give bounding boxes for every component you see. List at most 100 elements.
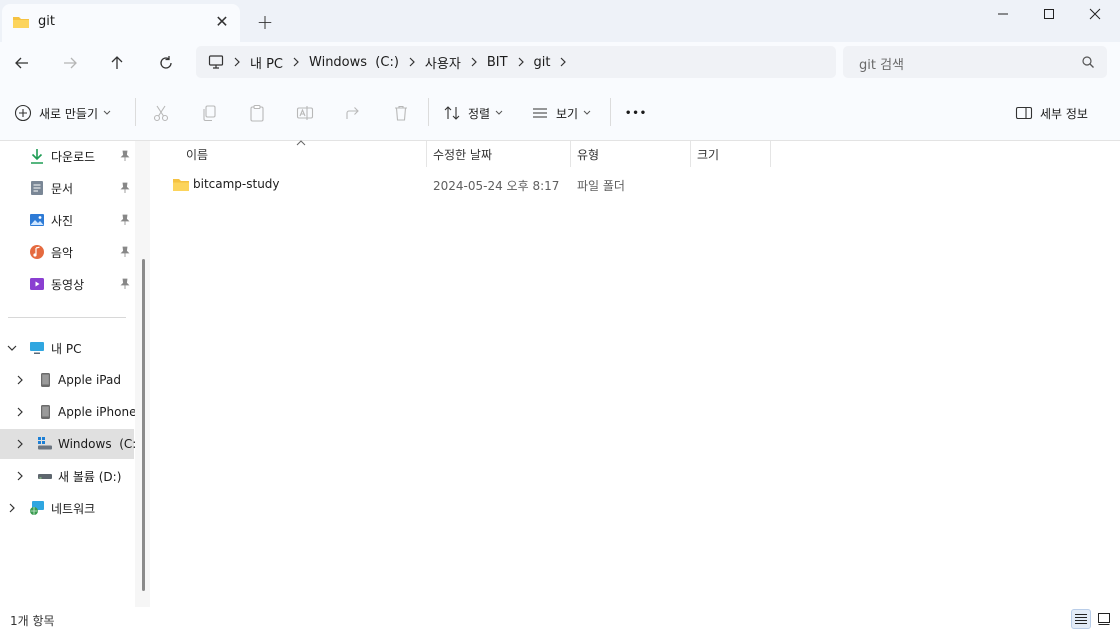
breadcrumb-chevron-icon[interactable] bbox=[224, 57, 250, 67]
sidebar-item-music[interactable]: 음악 bbox=[0, 237, 134, 267]
device-icon bbox=[41, 405, 50, 419]
up-button[interactable] bbox=[101, 48, 133, 78]
rename-icon bbox=[296, 106, 314, 120]
breadcrumb-item[interactable]: 사용자 bbox=[425, 53, 461, 72]
sidebar-item-label: 문서 bbox=[51, 181, 74, 196]
windows-drive-icon bbox=[38, 437, 52, 450]
table-row[interactable]: bitcamp-study 2024-05-24 오후 8:17 파일 폴더 bbox=[166, 173, 786, 197]
sidebar-scrollbar-thumb[interactable] bbox=[142, 259, 145, 591]
column-header-type[interactable]: 유형 bbox=[571, 141, 691, 167]
navigation-pane: 다운로드 문서 사진 음악 동영상 내 PC Apple iPad Apple … bbox=[0, 141, 150, 607]
share-button[interactable] bbox=[341, 102, 365, 124]
sidebar-item-label: 내 PC bbox=[51, 341, 82, 356]
copy-button[interactable] bbox=[197, 102, 221, 124]
chevron-right-icon[interactable] bbox=[13, 405, 27, 419]
column-header-label: 이름 bbox=[186, 147, 209, 162]
sidebar-item-apple-ipad[interactable]: Apple iPad bbox=[0, 365, 134, 395]
chevron-right-icon[interactable] bbox=[13, 373, 27, 387]
sort-button[interactable]: 정렬 bbox=[443, 100, 503, 126]
new-button-label: 새로 만들기 bbox=[39, 106, 99, 121]
minimize-icon bbox=[998, 13, 1008, 15]
sidebar-item-apple-iphone[interactable]: Apple iPhone bbox=[0, 397, 137, 427]
more-options-button[interactable]: ••• bbox=[625, 100, 647, 126]
tab-title: git bbox=[38, 14, 55, 29]
address-bar[interactable]: 내 PC Windows (C:) 사용자 BIT git bbox=[196, 46, 836, 78]
breadcrumb-chevron-icon[interactable] bbox=[550, 57, 576, 67]
trash-icon bbox=[395, 105, 407, 121]
sidebar-item-network[interactable]: 네트워크 bbox=[0, 493, 134, 523]
sidebar-item-downloads[interactable]: 다운로드 bbox=[0, 141, 134, 171]
new-button[interactable]: 새로 만들기 bbox=[14, 100, 111, 126]
sidebar-item-documents[interactable]: 문서 bbox=[0, 173, 134, 203]
toolbar-divider bbox=[428, 98, 429, 126]
tiles-view-button[interactable] bbox=[1094, 609, 1114, 629]
column-header-name[interactable]: 이름 bbox=[150, 141, 427, 167]
tab-git[interactable]: git ✕ bbox=[2, 4, 240, 42]
refresh-icon bbox=[160, 56, 172, 69]
sidebar-item-label: Windows (C:) bbox=[58, 437, 141, 451]
file-modified: 2024-05-24 오후 8:17 bbox=[433, 179, 560, 193]
view-list-icon bbox=[533, 108, 547, 118]
close-window-button[interactable] bbox=[1072, 0, 1118, 28]
navigation-bar: 내 PC Windows (C:) 사용자 BIT git git 검색 bbox=[0, 42, 1120, 84]
download-icon bbox=[31, 149, 43, 164]
minimize-button[interactable] bbox=[980, 0, 1026, 28]
file-type: 파일 폴더 bbox=[577, 179, 625, 193]
details-view-button[interactable] bbox=[1071, 609, 1091, 629]
chevron-right-icon[interactable] bbox=[5, 501, 19, 515]
sidebar-item-pictures[interactable]: 사진 bbox=[0, 205, 134, 235]
pc-icon bbox=[30, 342, 44, 354]
delete-button[interactable] bbox=[389, 102, 413, 124]
pin-icon[interactable] bbox=[119, 278, 131, 290]
status-bar: 1개 항목 bbox=[0, 607, 1120, 630]
new-tab-button[interactable]: + bbox=[252, 10, 278, 36]
sidebar-item-this-pc[interactable]: 내 PC bbox=[0, 333, 134, 363]
chevron-right-icon[interactable] bbox=[13, 469, 27, 483]
maximize-icon bbox=[1044, 9, 1054, 19]
column-header-size[interactable]: 크기 bbox=[691, 141, 771, 167]
toolbar-divider bbox=[610, 98, 611, 126]
back-button[interactable] bbox=[6, 48, 38, 78]
pin-icon[interactable] bbox=[119, 150, 131, 162]
scissors-icon bbox=[153, 105, 169, 122]
sidebar-item-videos[interactable]: 동영상 bbox=[0, 269, 134, 299]
rename-button[interactable] bbox=[293, 102, 317, 124]
column-header-modified[interactable]: 수정한 날짜 bbox=[427, 141, 571, 167]
paste-button[interactable] bbox=[245, 102, 269, 124]
breadcrumb-chevron-icon[interactable] bbox=[461, 57, 487, 67]
copy-icon bbox=[203, 105, 216, 122]
column-header-label: 수정한 날짜 bbox=[433, 147, 493, 162]
search-icon bbox=[1082, 56, 1094, 68]
details-pane-button[interactable]: 세부 정보 bbox=[1015, 100, 1088, 126]
cut-button[interactable] bbox=[149, 102, 173, 124]
arrow-right-icon bbox=[64, 57, 77, 69]
maximize-button[interactable] bbox=[1026, 0, 1072, 28]
chevron-down-icon bbox=[583, 110, 591, 115]
pin-icon[interactable] bbox=[119, 246, 131, 258]
close-icon bbox=[1089, 8, 1101, 20]
sort-ascending-icon bbox=[296, 140, 306, 146]
forward-button[interactable] bbox=[54, 48, 86, 78]
breadcrumb-chevron-icon[interactable] bbox=[508, 57, 534, 67]
pin-icon[interactable] bbox=[119, 182, 131, 194]
sidebar-divider bbox=[8, 317, 126, 318]
breadcrumb-item[interactable]: git bbox=[534, 55, 551, 70]
breadcrumb-item[interactable]: 내 PC bbox=[250, 53, 283, 72]
view-button[interactable]: 보기 bbox=[531, 100, 591, 126]
tab-close-button[interactable]: ✕ bbox=[210, 10, 234, 34]
chevron-right-icon[interactable] bbox=[13, 437, 27, 451]
document-icon bbox=[31, 181, 43, 195]
sidebar-item-volume-d[interactable]: 새 볼륨 (D:) bbox=[0, 461, 134, 491]
chevron-down-icon[interactable] bbox=[5, 341, 19, 355]
details-view-icon bbox=[1075, 614, 1087, 624]
breadcrumb-item[interactable]: Windows (C:) bbox=[309, 55, 399, 70]
breadcrumb-chevron-icon[interactable] bbox=[399, 57, 425, 67]
refresh-button[interactable] bbox=[150, 48, 182, 78]
breadcrumb-item[interactable]: BIT bbox=[487, 55, 508, 70]
breadcrumb-chevron-icon[interactable] bbox=[283, 57, 309, 67]
pin-icon[interactable] bbox=[119, 214, 131, 226]
sidebar-item-windows-c[interactable]: Windows (C:) bbox=[0, 429, 141, 459]
sidebar-item-label: Apple iPhone bbox=[58, 405, 137, 419]
sidebar-item-label: 음악 bbox=[51, 245, 74, 260]
search-box[interactable]: git 검색 bbox=[843, 46, 1107, 78]
